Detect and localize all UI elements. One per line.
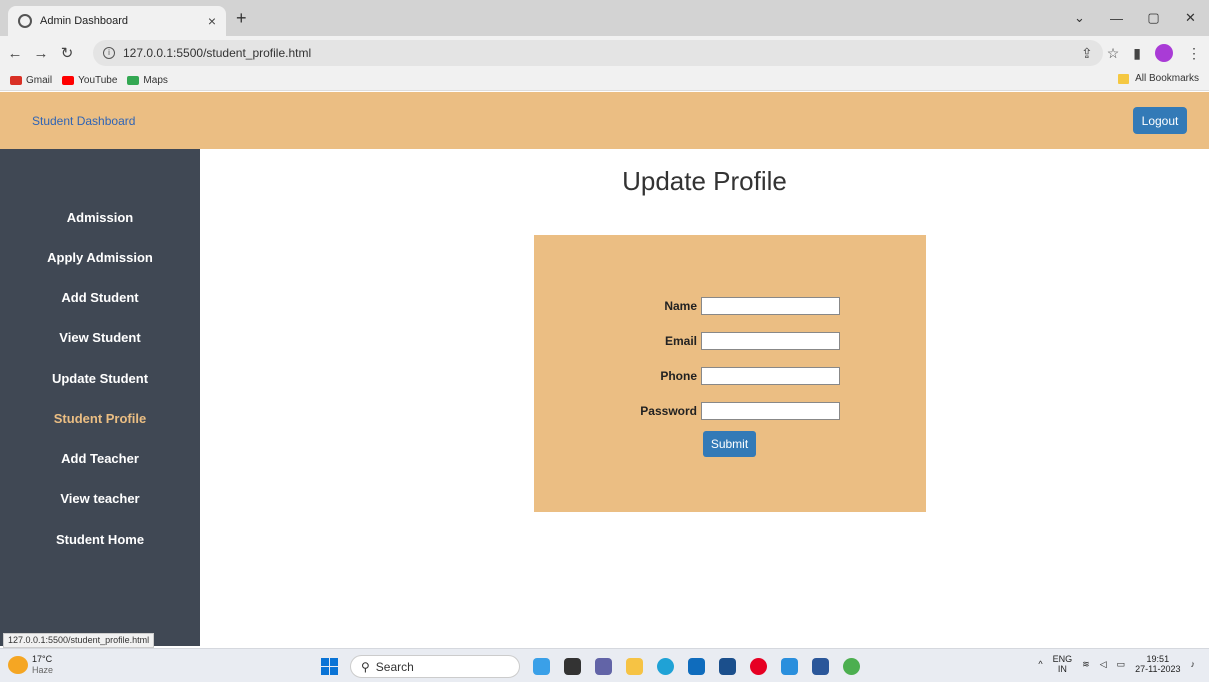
close-tab-icon[interactable]: × xyxy=(208,13,216,29)
app-store-icon[interactable] xyxy=(688,658,705,675)
language-indicator[interactable]: ENG IN xyxy=(1053,654,1073,674)
volume-icon[interactable]: ◁ xyxy=(1100,659,1107,670)
phone-input[interactable] xyxy=(701,367,840,385)
menu-icon[interactable]: ⋮ xyxy=(1187,45,1201,62)
weather-icon[interactable] xyxy=(8,656,28,674)
brand-link[interactable]: Student Dashboard xyxy=(32,114,135,128)
app-word-icon[interactable] xyxy=(812,658,829,675)
sidebar-item-view-student[interactable]: View Student xyxy=(0,330,200,345)
form-row-name: Name xyxy=(534,297,926,315)
bookmark-gmail[interactable]: Gmail xyxy=(10,75,52,86)
email-input[interactable] xyxy=(701,332,840,350)
app-chrome-icon[interactable] xyxy=(843,658,860,675)
search-icon: ⚲ xyxy=(361,659,370,674)
wifi-icon[interactable]: ≋ xyxy=(1082,659,1090,670)
sidebar-item-admission[interactable]: Admission xyxy=(0,210,200,225)
email-label: Email xyxy=(664,334,697,348)
sidebar-item-student-profile[interactable]: Student Profile xyxy=(0,411,200,426)
app-teams-icon[interactable] xyxy=(595,658,612,675)
logout-button[interactable]: Logout xyxy=(1133,107,1187,134)
name-input[interactable] xyxy=(701,297,840,315)
address-toolbar: ← → ↻ i 127.0.0.1:5500/student_profile.h… xyxy=(0,36,1209,70)
info-icon[interactable]: i xyxy=(103,47,115,59)
app-taskview-icon[interactable] xyxy=(564,658,581,675)
tab-title: Admin Dashboard xyxy=(40,15,129,27)
back-icon[interactable]: ← xyxy=(4,45,26,62)
new-tab-icon[interactable]: + xyxy=(236,9,247,27)
battery-icon[interactable]: ▭ xyxy=(1117,659,1126,670)
chevron-down-icon[interactable]: ⌄ xyxy=(1061,10,1098,26)
name-label: Name xyxy=(664,299,697,313)
sidebar-item-add-teacher[interactable]: Add Teacher xyxy=(0,451,200,466)
address-bar[interactable]: i 127.0.0.1:5500/student_profile.html xyxy=(93,40,1103,66)
reload-icon[interactable]: ↻ xyxy=(56,44,78,62)
taskbar: 17°C Haze ⚲ Search ^ ENG IN ≋ ◁ ▭ 19:51 … xyxy=(0,648,1209,682)
minimize-icon[interactable]: — xyxy=(1098,11,1135,26)
phone-label: Phone xyxy=(660,369,697,383)
sidepanel-icon[interactable]: ▮ xyxy=(1133,45,1141,62)
status-url-tooltip: 127.0.0.1:5500/student_profile.html xyxy=(3,633,155,648)
system-tray: ^ ENG IN ≋ ◁ ▭ 19:51 27-11-2023 ♪ xyxy=(1038,654,1195,674)
forward-icon[interactable]: → xyxy=(30,45,52,62)
app-pinterest-icon[interactable] xyxy=(750,658,767,675)
page-title: Update Profile xyxy=(622,166,787,196)
windows-start-icon[interactable] xyxy=(321,658,338,675)
toolbar-actions: ⇪ ☆ ▮ ⋮ xyxy=(1081,36,1201,70)
sidebar-item-apply-admission[interactable]: Apply Admission xyxy=(0,250,200,265)
form-row-email: Email xyxy=(534,332,926,350)
main-content: Update Profile Name Email Phone Password… xyxy=(200,149,1209,646)
sidebar: Admission Apply Admission Add Student Vi… xyxy=(0,149,200,646)
top-navbar: Student Dashboard Logout xyxy=(0,92,1209,149)
app-copilot-icon[interactable] xyxy=(533,658,550,675)
notification-icon[interactable]: ♪ xyxy=(1191,659,1196,669)
profile-avatar[interactable] xyxy=(1155,44,1173,62)
restore-icon[interactable]: ▢ xyxy=(1135,10,1172,26)
password-input[interactable] xyxy=(701,402,840,420)
profile-form: Name Email Phone Password Submit xyxy=(534,235,926,512)
sidebar-item-view-teacher[interactable]: View teacher xyxy=(0,491,200,506)
globe-icon xyxy=(18,14,32,28)
chevron-up-icon[interactable]: ^ xyxy=(1038,659,1042,669)
sidebar-item-add-student[interactable]: Add Student xyxy=(0,290,200,305)
url-text: 127.0.0.1:5500/student_profile.html xyxy=(123,46,312,60)
sidebar-item-update-student[interactable]: Update Student xyxy=(0,371,200,386)
form-row-phone: Phone xyxy=(534,367,926,385)
password-label: Password xyxy=(640,404,697,418)
app-l-icon[interactable] xyxy=(719,658,736,675)
sidebar-item-student-home[interactable]: Student Home xyxy=(0,532,200,547)
bookmark-maps[interactable]: Maps xyxy=(127,75,168,86)
star-icon[interactable]: ☆ xyxy=(1107,45,1120,62)
submit-button[interactable]: Submit xyxy=(703,431,756,457)
browser-tab-strip: Admin Dashboard × + ⌄ — ▢ ✕ xyxy=(0,0,1209,36)
form-row-password: Password xyxy=(534,402,926,420)
window-controls: ⌄ — ▢ ✕ xyxy=(1061,0,1209,36)
browser-tab[interactable]: Admin Dashboard × xyxy=(8,6,226,36)
bookmark-youtube[interactable]: YouTube xyxy=(62,75,117,86)
app-explorer-icon[interactable] xyxy=(626,658,643,675)
all-bookmarks[interactable]: All Bookmarks xyxy=(1118,73,1199,84)
app-vscode-icon[interactable] xyxy=(781,658,798,675)
weather-widget[interactable]: 17°C Haze xyxy=(32,654,92,676)
close-window-icon[interactable]: ✕ xyxy=(1172,10,1209,26)
bookmarks-bar: Gmail YouTube Maps All Bookmarks xyxy=(0,70,1209,91)
taskbar-search[interactable]: ⚲ Search xyxy=(350,655,520,678)
clock[interactable]: 19:51 27-11-2023 xyxy=(1135,654,1180,674)
app-edge-icon[interactable] xyxy=(657,658,674,675)
share-icon[interactable]: ⇪ xyxy=(1081,45,1093,62)
folder-icon xyxy=(1118,73,1130,84)
